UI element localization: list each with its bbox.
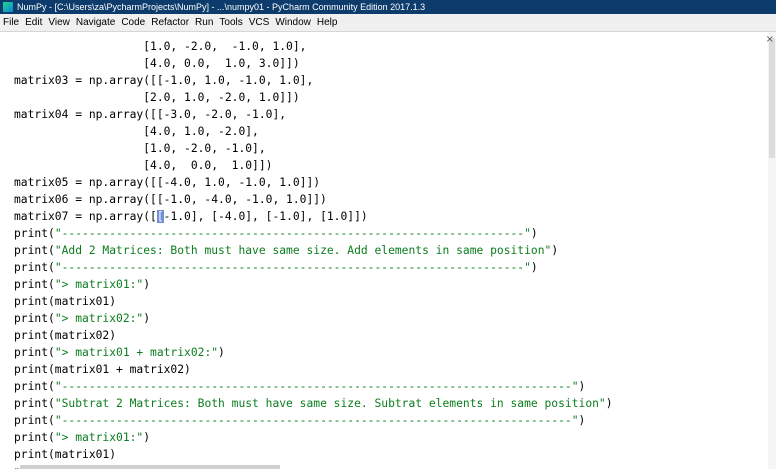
code-line[interactable]: print(matrix01 + matrix02) bbox=[14, 361, 191, 378]
menu-refactor[interactable]: Refactor bbox=[148, 17, 192, 28]
menu-file[interactable]: File bbox=[0, 17, 22, 28]
window-title-bar: NumPy - [C:\Users\za\PycharmProjects\Num… bbox=[0, 0, 776, 14]
code-line[interactable]: [2.0, 1.0, -2.0, 1.0]]) bbox=[14, 89, 299, 106]
code-line[interactable]: print(matrix01) bbox=[14, 446, 116, 463]
code-line[interactable]: print(matrix01) bbox=[14, 293, 116, 310]
menu-navigate[interactable]: Navigate bbox=[73, 17, 118, 28]
code-line[interactable]: print("> matrix01:") bbox=[14, 429, 150, 446]
code-line[interactable]: print("---------------------------------… bbox=[14, 412, 585, 429]
code-line[interactable]: matrix07 = np.array([[-1.0], [-4.0], [-1… bbox=[14, 208, 368, 225]
menu-help[interactable]: Help bbox=[314, 17, 341, 28]
code-editor[interactable]: [1.0, -2.0, -1.0, 1.0], [4.0, 0.0, 1.0, … bbox=[0, 32, 768, 469]
code-line[interactable]: [4.0, 1.0, -2.0], bbox=[14, 123, 259, 140]
code-line[interactable]: matrix05 = np.array([[-4.0, 1.0, -1.0, 1… bbox=[14, 174, 320, 191]
code-line[interactable]: [1.0, -2.0, -1.0, 1.0], bbox=[14, 38, 306, 55]
menu-vcs[interactable]: VCS bbox=[246, 17, 273, 28]
vertical-scrollbar[interactable] bbox=[768, 32, 776, 469]
code-line[interactable]: print("---------------------------------… bbox=[14, 378, 585, 395]
window-title: NumPy - [C:\Users\za\PycharmProjects\Num… bbox=[17, 2, 426, 12]
menu-tools[interactable]: Tools bbox=[216, 17, 245, 28]
code-line[interactable]: print(matrix02) bbox=[14, 327, 116, 344]
code-line[interactable]: print("Add 2 Matrices: Both must have sa… bbox=[14, 242, 558, 259]
menu-code[interactable]: Code bbox=[118, 17, 148, 28]
menu-edit[interactable]: Edit bbox=[22, 17, 45, 28]
code-line[interactable]: matrix03 = np.array([[-1.0, 1.0, -1.0, 1… bbox=[14, 72, 313, 89]
menu-view[interactable]: View bbox=[45, 17, 73, 28]
code-line[interactable]: [1.0, -2.0, -1.0], bbox=[14, 140, 265, 157]
close-icon[interactable]: × bbox=[766, 34, 774, 45]
code-line[interactable]: print("---------------------------------… bbox=[14, 259, 538, 276]
code-line[interactable]: matrix04 = np.array([[-3.0, -2.0, -1.0], bbox=[14, 106, 286, 123]
horizontal-scrollbar[interactable] bbox=[20, 465, 280, 469]
code-line[interactable]: [4.0, 0.0, 1.0]]) bbox=[14, 157, 272, 174]
code-line[interactable]: [4.0, 0.0, 1.0, 3.0]]) bbox=[14, 55, 299, 72]
code-line[interactable]: print("> matrix02:") bbox=[14, 310, 150, 327]
menu-window[interactable]: Window bbox=[272, 17, 314, 28]
scrollbar-thumb[interactable] bbox=[769, 38, 775, 158]
code-line[interactable]: print("---------------------------------… bbox=[14, 225, 538, 242]
menu-run[interactable]: Run bbox=[192, 17, 216, 28]
code-line[interactable]: matrix06 = np.array([[-1.0, -4.0, -1.0, … bbox=[14, 191, 327, 208]
code-line[interactable]: print("> matrix01:") bbox=[14, 276, 150, 293]
cursor-highlight: [ bbox=[156, 210, 164, 223]
code-line[interactable]: print("Subtrat 2 Matrices: Both must hav… bbox=[14, 395, 613, 412]
pycharm-logo-icon bbox=[3, 2, 13, 12]
menu-bar: File Edit View Navigate Code Refactor Ru… bbox=[0, 14, 776, 32]
code-line[interactable]: print("> matrix01 + matrix02:") bbox=[14, 344, 225, 361]
